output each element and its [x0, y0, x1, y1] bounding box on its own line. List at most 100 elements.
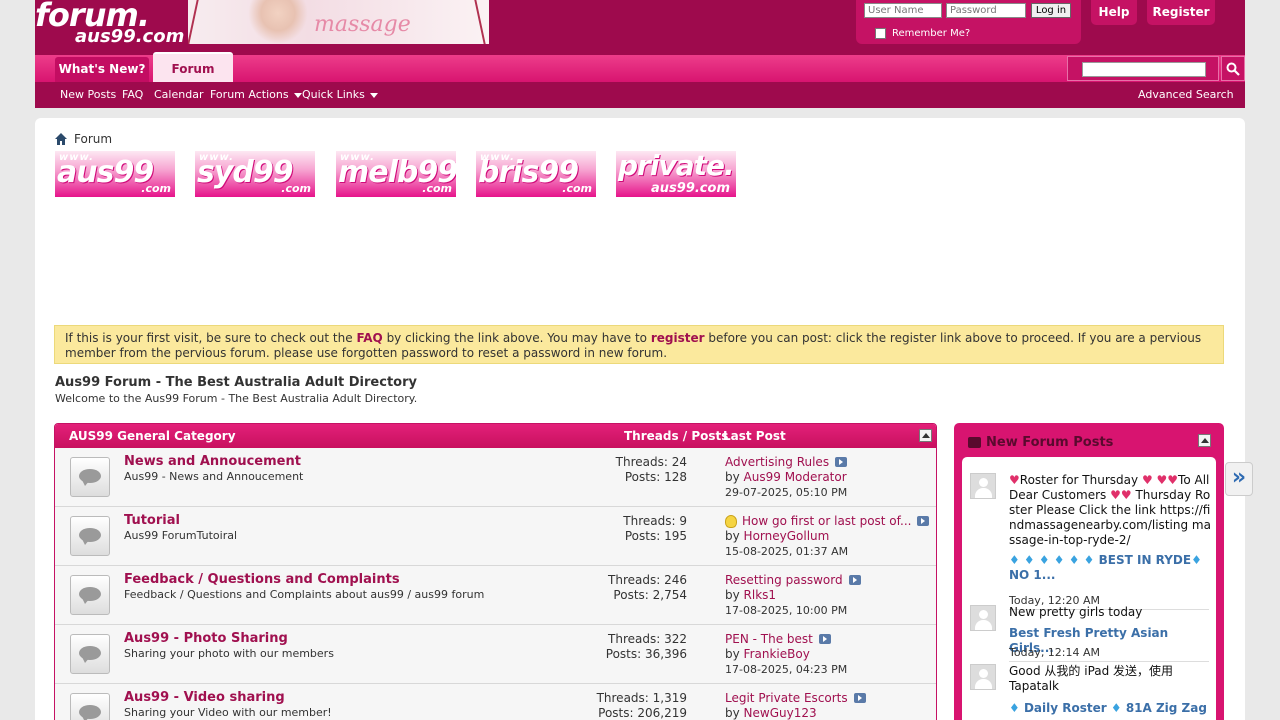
site-logo-suffix: .com — [141, 182, 171, 195]
last-post-title[interactable]: PEN - The best — [725, 632, 831, 646]
search-button[interactable] — [1221, 56, 1245, 81]
last-post-date: 17-08-2025, 04:23 PM — [725, 663, 848, 676]
last-post-title[interactable]: How go first or last post of... — [725, 514, 930, 528]
last-post-title[interactable]: Resetting password — [725, 573, 861, 587]
go-to-post-icon[interactable] — [917, 516, 930, 526]
subnav-new-posts[interactable]: New Posts — [60, 88, 116, 101]
notice-register-link[interactable]: register — [651, 331, 705, 345]
last-post-title-text: Advertising Rules — [725, 455, 830, 469]
remember-me[interactable]: Remember Me? — [875, 28, 970, 39]
site-logo-melb99[interactable]: www. melb99 .com — [336, 151, 456, 197]
forum-description: Aus99 ForumTutoiral — [124, 529, 238, 542]
site-logo-name: syd99 — [197, 155, 294, 190]
banner-text: massage — [314, 12, 411, 37]
tab-forum[interactable]: Forum — [153, 52, 233, 82]
breadcrumb-forum[interactable]: Forum — [74, 132, 112, 146]
post-link-text2: NO 1... — [1009, 568, 1056, 582]
separator — [1009, 661, 1209, 662]
home-icon[interactable] — [55, 133, 67, 145]
forum-posts: Posts: 206,219 — [598, 706, 687, 720]
sidebar-header: New Forum Posts — [968, 435, 1113, 450]
remember-me-checkbox[interactable] — [875, 28, 886, 39]
forum-actions-label: Forum Actions — [210, 88, 289, 101]
avatar[interactable] — [970, 605, 996, 631]
collapse-icon[interactable] — [919, 429, 932, 442]
subnav-quick-links[interactable]: Quick Links — [302, 88, 378, 101]
password-input[interactable]: Password — [946, 3, 1026, 18]
forum-name[interactable]: News and Annoucement — [124, 454, 301, 469]
logo-line2: aus99.com — [75, 26, 185, 47]
last-post-title-text: PEN - The best — [725, 632, 813, 646]
expand-sidebar-button[interactable]: » — [1225, 462, 1253, 496]
sidebar-posts-list: ♥Roster for Thursday ♥ ♥♥To All Dear Cus… — [962, 457, 1216, 720]
forum-name[interactable]: Tutorial — [124, 513, 180, 528]
diamond-icon: ♦ — [1110, 701, 1122, 715]
subnav-faq[interactable]: FAQ — [122, 88, 143, 101]
site-logo-aus99[interactable]: www. aus99 .com — [55, 151, 175, 197]
sidebar-post-link[interactable]: ♦ Daily Roster ♦ 81A Zig Zag — [1009, 701, 1214, 716]
forum-row: News and Annoucement Aus99 - News and An… — [55, 448, 936, 507]
go-to-post-icon[interactable] — [818, 634, 831, 644]
site-logo-bris99[interactable]: www. bris99 .com — [476, 151, 596, 197]
post-link-text: BEST IN RYDE — [1098, 553, 1192, 567]
category-title[interactable]: AUS99 General Category — [69, 429, 236, 443]
forum-description: Feedback / Questions and Complaints abou… — [124, 588, 485, 601]
banner-decoration-right — [466, 0, 486, 44]
login-button[interactable]: Log in — [1031, 3, 1071, 18]
chat-icon — [968, 437, 981, 448]
forum-threads: Threads: 9 — [623, 514, 687, 528]
last-post-user[interactable]: Rlks1 — [744, 588, 777, 602]
sidebar-post-link[interactable]: ♦ ♦ ♦ ♦ ♦ ♦ BEST IN RYDE♦ NO 1... — [1009, 553, 1214, 583]
last-post-user[interactable]: Aus99 Moderator — [744, 470, 847, 484]
forum-name[interactable]: Feedback / Questions and Complaints — [124, 572, 400, 587]
header-banner-ad[interactable]: massage — [188, 0, 489, 44]
forum-logo[interactable]: forum. aus99.com — [35, 0, 188, 47]
site-logo-suffix: .com — [281, 182, 311, 195]
last-post-by: by HorneyGollum — [725, 529, 829, 543]
site-logo-syd99[interactable]: www. syd99 .com — [195, 151, 315, 197]
tab-whats-new[interactable]: What's New? — [55, 57, 149, 82]
subnav-forum-actions[interactable]: Forum Actions — [210, 88, 302, 101]
heart-icon: ♥ — [1009, 473, 1020, 487]
remember-me-label: Remember Me? — [892, 28, 971, 39]
avatar[interactable] — [970, 664, 996, 690]
subnav-calendar[interactable]: Calendar — [154, 88, 203, 101]
post-line1: New pretty girls today — [1009, 605, 1143, 619]
last-post-title-text: How go first or last post of... — [742, 514, 912, 528]
avatar[interactable] — [970, 473, 996, 499]
last-post-title[interactable]: Advertising Rules — [725, 455, 848, 469]
last-post-user[interactable]: HorneyGollum — [744, 529, 830, 543]
help-button[interactable]: Help — [1091, 0, 1137, 25]
login-box: User Name Password Log in Remember Me? — [856, 0, 1081, 44]
chevron-down-icon — [293, 92, 302, 98]
forum-threads: Threads: 1,319 — [596, 691, 687, 705]
last-post-by: by Aus99 Moderator — [725, 470, 847, 484]
last-post-title[interactable]: Legit Private Escorts — [725, 691, 866, 705]
last-post-title-text: Resetting password — [725, 573, 843, 587]
last-post-by-label: by — [725, 706, 744, 720]
diamond-icon: ♦ ♦ ♦ ♦ ♦ ♦ — [1009, 553, 1095, 567]
main-content: Forum www. aus99 .com www. syd99 .com ww… — [35, 118, 1245, 720]
username-input[interactable]: User Name — [864, 3, 942, 18]
last-post-user[interactable]: NewGuy123 — [744, 706, 817, 720]
forum-row: Tutorial Aus99 ForumTutoiral Threads: 9 … — [55, 507, 936, 566]
last-post-user[interactable]: FrankieBoy — [744, 647, 810, 661]
site-logo-name: private. — [618, 151, 735, 182]
page-subtitle: Welcome to the Aus99 Forum - The Best Au… — [55, 392, 418, 405]
register-button[interactable]: Register — [1147, 0, 1215, 25]
notice-text-1: If this is your first visit, be sure to … — [65, 331, 357, 345]
notice-faq-link[interactable]: FAQ — [356, 331, 382, 345]
forum-name[interactable]: Aus99 - Video sharing — [124, 690, 285, 705]
last-post-by-label: by — [725, 529, 744, 543]
go-to-post-icon[interactable] — [835, 457, 848, 467]
forum-threads: Threads: 322 — [608, 632, 687, 646]
advanced-search-link[interactable]: Advanced Search — [1138, 88, 1234, 101]
site-logo-private[interactable]: private. aus99.com — [616, 151, 736, 197]
last-post-date: 17-08-2025, 10:00 PM — [725, 604, 848, 617]
go-to-post-icon[interactable] — [853, 693, 866, 703]
go-to-post-icon[interactable] — [848, 575, 861, 585]
forum-name[interactable]: Aus99 - Photo Sharing — [124, 631, 288, 646]
collapse-icon[interactable] — [1198, 434, 1211, 447]
site-header: forum. aus99.com massage User Name Passw… — [35, 0, 1245, 108]
search-input[interactable] — [1082, 62, 1206, 77]
